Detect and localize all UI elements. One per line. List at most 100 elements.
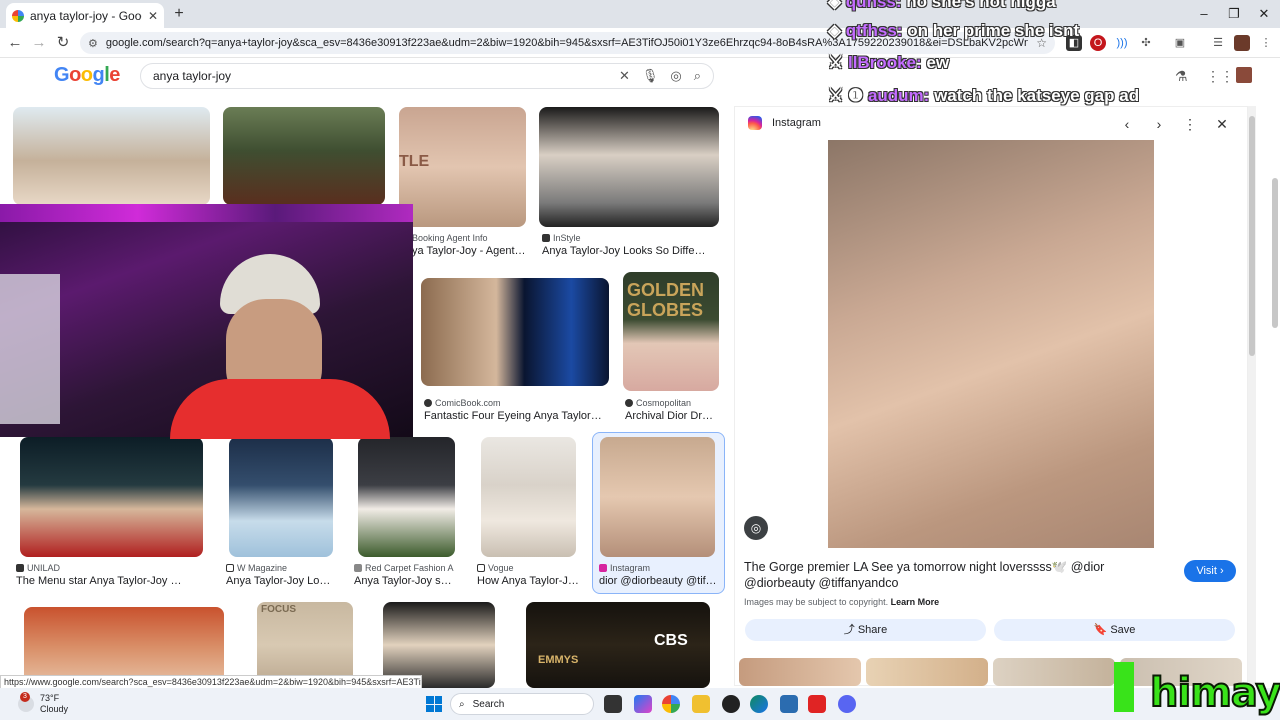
result-image-15[interactable]: EMMYS CBS [526, 602, 710, 688]
result-source: Booking Agent Info [412, 233, 488, 243]
search-icon[interactable]: ⌕ [694, 68, 701, 84]
result-image-11[interactable] [600, 437, 715, 557]
related-thumb[interactable] [739, 658, 861, 686]
page-scrollbar[interactable] [1270, 58, 1280, 688]
profile-icon[interactable] [1234, 35, 1250, 51]
chrome-icon[interactable] [662, 695, 680, 713]
discord-icon[interactable] [838, 695, 856, 713]
result-image-6[interactable]: GOLDEN GLOBES [623, 272, 719, 391]
taskbar-search[interactable]: ⌕ Search [450, 693, 594, 715]
result-source: Red Carpet Fashion A... [354, 563, 454, 573]
new-tab-button[interactable]: + [170, 5, 188, 23]
result-caption[interactable]: How Anya Taylor-Joy ... [477, 575, 582, 587]
preview-title[interactable]: The Gorge premier LA See ya tomorrow nig… [744, 559, 1174, 591]
result-caption[interactable]: Anya Taylor-Joy Looks So Different ... [542, 245, 707, 257]
apps-grid-icon[interactable]: ⋮⋮ [1206, 68, 1234, 85]
result-caption[interactable]: Archival Dior Dres... [625, 410, 717, 422]
store-icon[interactable] [780, 695, 798, 713]
more-options-icon[interactable]: ⋮ [1182, 116, 1198, 133]
google-logo[interactable]: Google [54, 64, 120, 87]
result-caption[interactable]: The Menu star Anya Taylor-Joy gave ... [16, 575, 186, 587]
badge-icon: ❶ [847, 86, 868, 105]
learn-more-link[interactable]: Learn More [891, 597, 940, 607]
result-image-1[interactable] [13, 107, 210, 205]
result-caption[interactable]: ya Taylor-Joy - Agent, ... [412, 245, 527, 257]
red-shirt [170, 379, 390, 439]
preview-image[interactable] [828, 140, 1154, 548]
lens-search-icon[interactable]: ◎ [744, 516, 768, 540]
menu-icon[interactable]: ⋮ [1258, 35, 1274, 51]
forward-icon[interactable]: → [30, 34, 48, 52]
cube-icon: ◈ [828, 0, 846, 11]
panel-source[interactable]: Instagram [772, 117, 821, 129]
extensions-puzzle-icon[interactable]: ✣ [1138, 35, 1154, 51]
result-image-2[interactable] [223, 107, 385, 205]
result-image-4[interactable] [539, 107, 719, 227]
result-image-9[interactable] [358, 437, 455, 557]
maximize-button[interactable]: ❐ [1224, 4, 1244, 24]
result-source: Cosmopolitan [625, 398, 691, 408]
edge-icon[interactable] [750, 695, 768, 713]
result-image-10[interactable] [481, 437, 576, 557]
bookmark-icon: 🔖 [1093, 624, 1108, 636]
file-explorer-icon[interactable] [692, 695, 710, 713]
result-image-8[interactable] [229, 437, 333, 557]
temperature: 73°F [40, 693, 60, 703]
media-icon[interactable]: ▣ [1172, 35, 1188, 51]
opera-icon[interactable]: O [1090, 35, 1106, 51]
mic-icon[interactable]: 🎙 [642, 68, 659, 84]
result-source: W Magazine [226, 563, 287, 573]
share-button[interactable]: ⤴ Share [745, 619, 986, 641]
related-thumb[interactable] [866, 658, 988, 686]
result-caption[interactable]: Fantastic Four Eyeing Anya Taylor-Joy ..… [424, 410, 604, 422]
back-icon[interactable]: ← [6, 34, 24, 52]
led-light-strip [0, 204, 413, 222]
result-image-3[interactable]: TLE [399, 107, 526, 227]
task-view-icon[interactable] [604, 695, 622, 713]
related-thumb[interactable] [993, 658, 1115, 686]
reload-icon[interactable]: ↻ [54, 34, 72, 52]
panel-scrollbar[interactable] [1248, 106, 1256, 686]
tle-text: TLE [399, 153, 430, 170]
windows-start-icon[interactable] [426, 696, 442, 712]
google-search-box[interactable]: anya taylor-joy ✕ 🎙 ◎ ⌕ [140, 63, 714, 89]
previous-icon[interactable]: ‹ [1119, 116, 1135, 132]
avatar[interactable] [1236, 67, 1252, 83]
save-button[interactable]: 🔖 Save [994, 619, 1235, 641]
close-window-button[interactable]: ✕ [1254, 4, 1274, 24]
result-caption[interactable]: Anya Taylor-Joy spre... [354, 575, 456, 587]
labs-icon[interactable]: ⚗ [1175, 68, 1188, 85]
reading-list-icon[interactable]: ☰ [1210, 35, 1226, 51]
page-scroll-thumb[interactable] [1272, 178, 1278, 328]
cast-icon[interactable]: ))) [1114, 35, 1130, 51]
app-icon[interactable] [722, 695, 740, 713]
browser-tab[interactable]: anya taylor-joy - Google Search ✕ [6, 3, 164, 28]
result-image-5[interactable] [421, 278, 609, 386]
panel-scroll-thumb[interactable] [1249, 116, 1255, 356]
unilad-icon [16, 564, 24, 572]
result-image-7[interactable] [20, 437, 203, 557]
search-query[interactable]: anya taylor-joy [153, 69, 607, 83]
visit-button[interactable]: Visit › [1184, 560, 1236, 582]
close-panel-icon[interactable]: ✕ [1214, 116, 1230, 133]
comicbook-icon [424, 399, 432, 407]
focus-text: FOCUS [261, 604, 296, 615]
chat-message: ◈ qunss: no she's not nigga [828, 0, 1056, 12]
lens-icon[interactable]: ◎ [670, 68, 681, 84]
minimize-button[interactable]: – [1194, 4, 1214, 24]
cube-icon: ◈ [828, 21, 846, 40]
chat-message: ⚔ llBrooke: ew [828, 53, 950, 72]
youtube-icon[interactable] [808, 695, 826, 713]
streamer-watermark: himay [1149, 669, 1280, 717]
close-tab-icon[interactable]: ✕ [148, 9, 158, 23]
chat-message: ◈ qtfhss: on her prime she isnt [828, 21, 1080, 40]
result-caption[interactable]: dior @diorbeauty @tiffan... [599, 575, 717, 587]
copilot-icon[interactable] [634, 695, 652, 713]
share-icon: ⤴ [843, 624, 855, 636]
tab-title: anya taylor-joy - Google Search [30, 8, 142, 23]
result-caption[interactable]: Anya Taylor-Joy Looks ... [226, 575, 336, 587]
copyright-note: Images may be subject to copyright. Lear… [744, 597, 940, 607]
clear-icon[interactable]: ✕ [619, 68, 630, 84]
next-icon[interactable]: › [1151, 116, 1167, 132]
site-info-icon[interactable]: ⚙ [88, 37, 98, 50]
